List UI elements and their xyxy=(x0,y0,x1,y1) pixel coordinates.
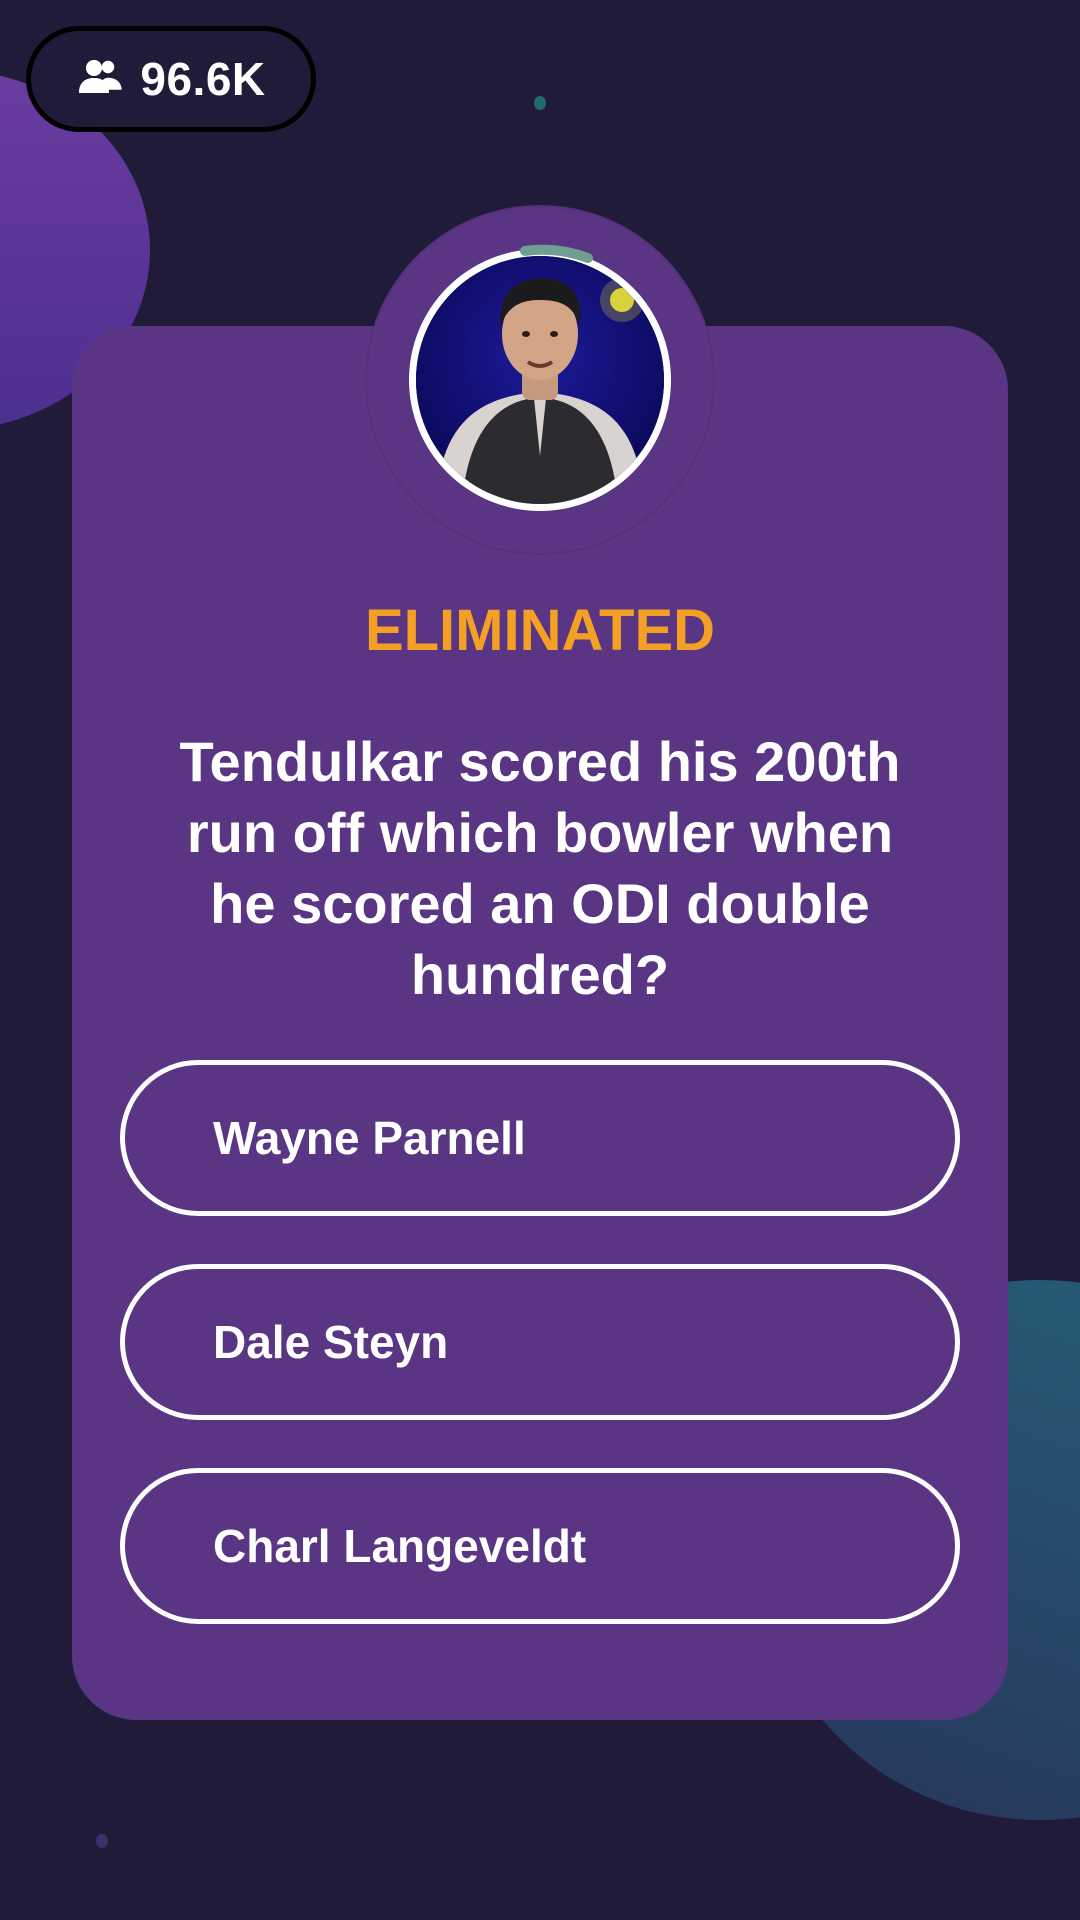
answer-option-1[interactable]: Wayne Parnell xyxy=(120,1060,960,1216)
question-text: Tendulkar scored his 200th run off which… xyxy=(179,730,901,1006)
users-icon xyxy=(76,57,126,102)
answer-option-3[interactable]: Charl Langeveldt xyxy=(120,1468,960,1624)
answer-option-label: Charl Langeveldt xyxy=(213,1520,587,1572)
timer-arc xyxy=(520,244,593,263)
viewer-count: 96.6K xyxy=(140,53,266,105)
decorative-dot xyxy=(96,1834,108,1848)
game-screen: 96.6K ELIMINATED Tendulkar scored his 20… xyxy=(0,0,1080,1920)
game-status: ELIMINATED xyxy=(364,598,716,663)
decorative-dot xyxy=(534,96,546,110)
answer-option-label: Dale Steyn xyxy=(213,1316,449,1368)
answer-option-2[interactable]: Dale Steyn xyxy=(120,1264,960,1420)
viewer-count-badge: 96.6K xyxy=(26,26,316,132)
answer-option-label: Wayne Parnell xyxy=(213,1112,526,1164)
